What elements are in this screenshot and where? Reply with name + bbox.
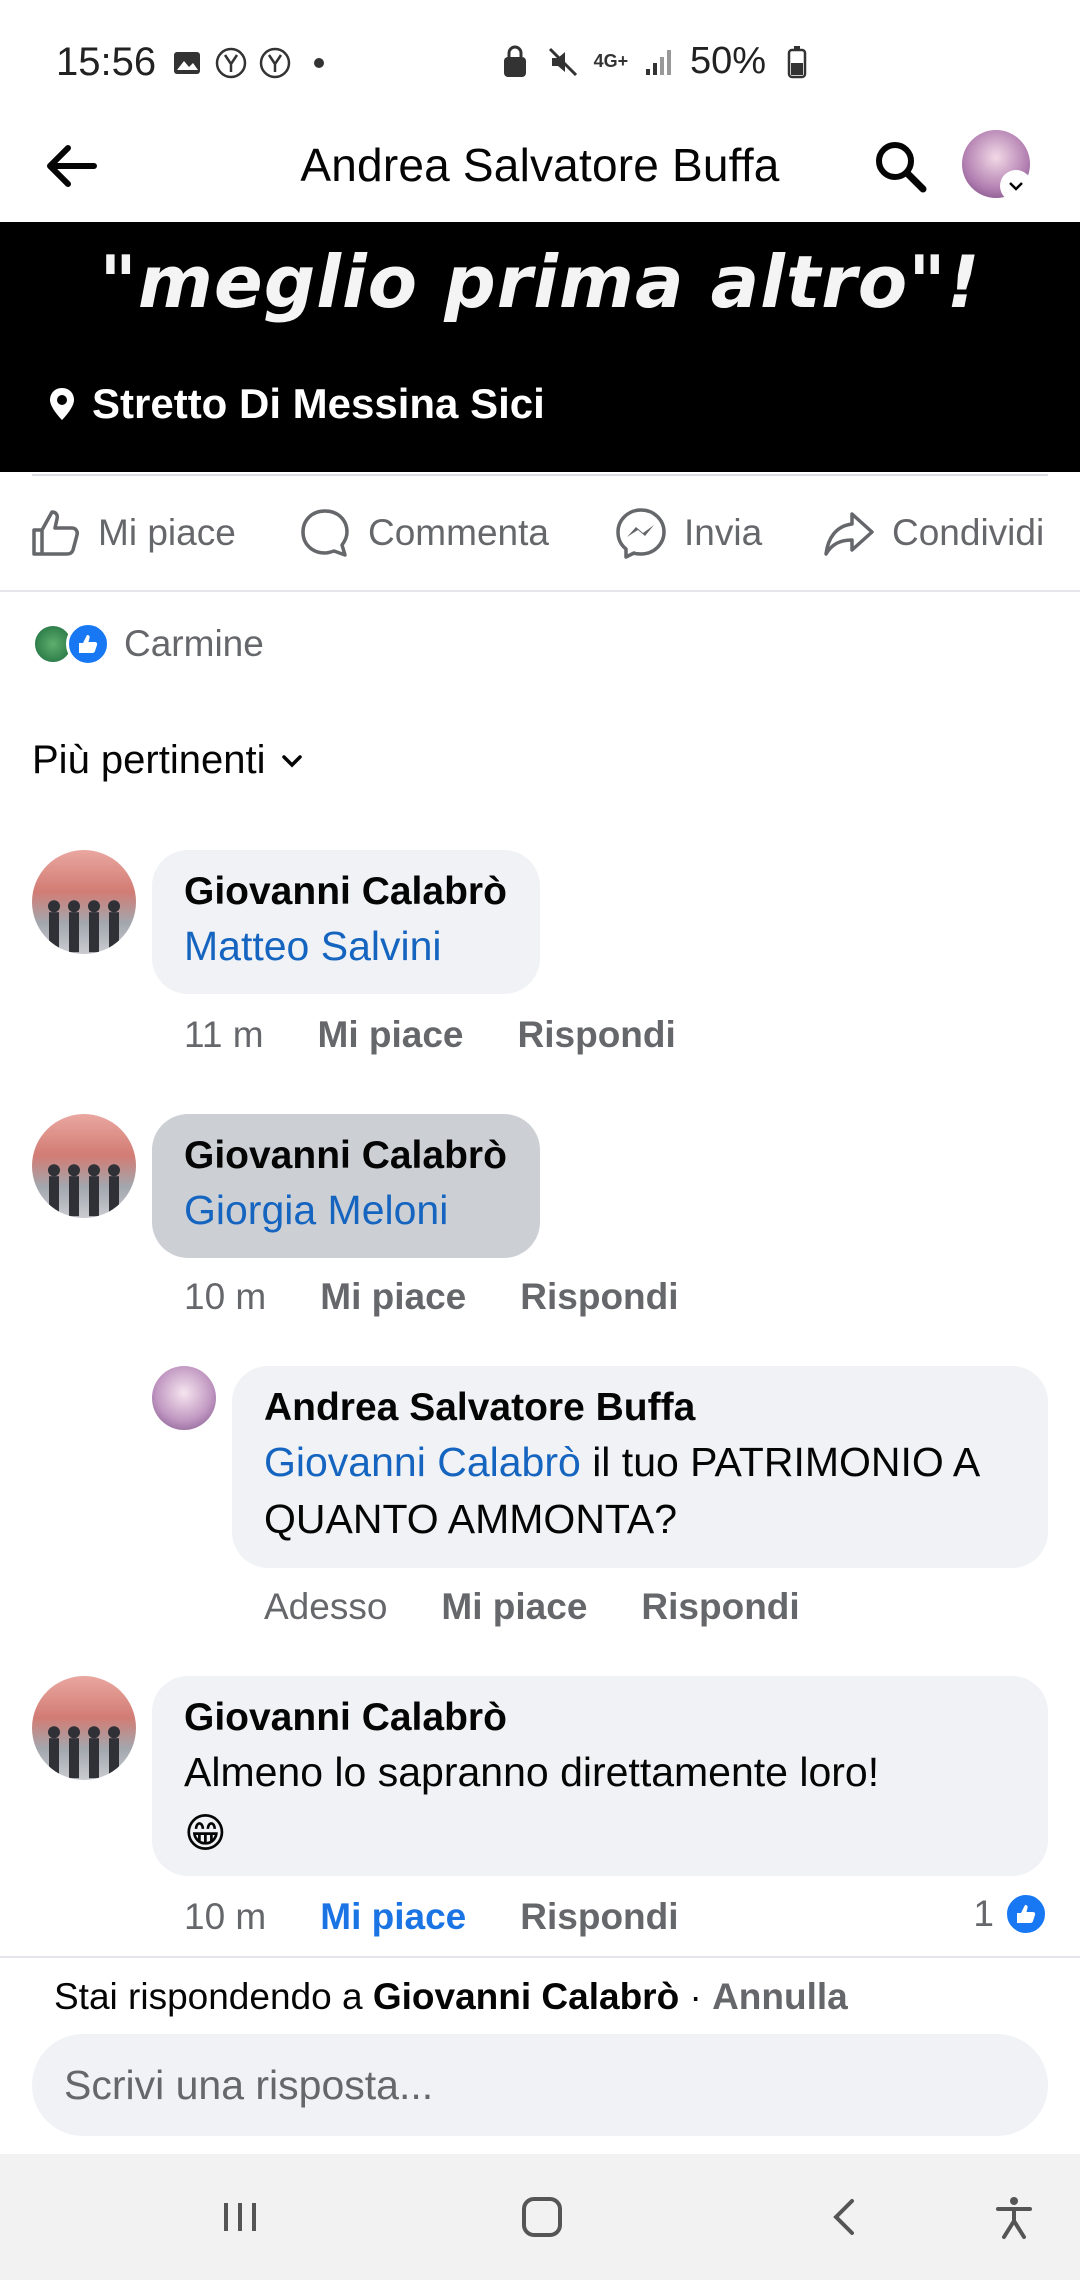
recent-apps-button[interactable] (200, 2184, 280, 2250)
cancel-reply-button[interactable]: Annulla (712, 1976, 848, 2017)
comment-like-button[interactable]: Mi piace (320, 1276, 466, 1318)
system-nav-bar (0, 2154, 1080, 2280)
reply-reply-button[interactable]: Rispondi (641, 1586, 799, 1628)
divider (0, 590, 1080, 592)
dot-icon (302, 46, 336, 80)
reply-time[interactable]: Adesso (264, 1586, 387, 1628)
reply-author[interactable]: Andrea Salvatore Buffa (264, 1386, 1016, 1430)
post-banner-image[interactable]: "meglio prima altro"! Stretto Di Messina… (0, 222, 1080, 472)
commenter-avatar[interactable] (32, 850, 136, 954)
reply-context-target: Giovanni Calabrò (372, 1976, 680, 2017)
comment-meta: 11 m Mi piace Rispondi (184, 1014, 730, 1056)
yandex-icon (214, 46, 248, 80)
network-4g-icon: 4G+ (593, 51, 629, 71)
signal-icon (642, 45, 676, 79)
battery-icon (780, 45, 814, 79)
reply-mention[interactable]: Giovanni Calabrò (264, 1439, 581, 1485)
divider (0, 1956, 1080, 1958)
comment-like-button[interactable]: Mi piace (318, 1014, 464, 1056)
status-system-icons: 4G+ 50% (498, 40, 814, 83)
back-button[interactable] (36, 130, 108, 202)
location-pin-icon (50, 388, 74, 420)
recent-apps-icon (224, 2203, 256, 2231)
reply-input[interactable] (32, 2034, 1048, 2136)
search-button[interactable] (864, 130, 936, 202)
commenter-avatar[interactable] (32, 1676, 136, 1780)
reply-context: Stai rispondendo a Giovanni Calabrò · An… (54, 1976, 848, 2018)
reply-author-avatar[interactable] (152, 1366, 216, 1430)
thumbs-up-icon (32, 510, 79, 556)
accessibility-button[interactable] (974, 2184, 1054, 2250)
status-notification-icons (170, 46, 336, 80)
nav-back-button[interactable] (804, 2184, 884, 2250)
comment-time[interactable]: 10 m (184, 1896, 266, 1938)
comment-author[interactable]: Giovanni Calabrò (184, 1134, 508, 1178)
comment-author[interactable]: Giovanni Calabrò (184, 1696, 1016, 1740)
comment-bubble[interactable]: Giovanni Calabrò Giorgia Meloni (152, 1114, 540, 1258)
reactor-name: Carmine (124, 623, 264, 664)
comment-meta: 10 m Mi piace Rispondi (184, 1276, 733, 1318)
comment-bubble[interactable]: Giovanni Calabrò Matteo Salvini (152, 850, 540, 994)
like-reaction-icon (66, 622, 110, 666)
gallery-icon (170, 46, 204, 80)
arrow-left-icon (47, 145, 97, 187)
reactions-summary[interactable]: Carmine (32, 622, 264, 666)
reply-meta: Adesso Mi piace Rispondi (264, 1586, 854, 1628)
comment-time[interactable]: 10 m (184, 1276, 266, 1318)
comment-author[interactable]: Giovanni Calabrò (184, 870, 508, 914)
yandex-icon (258, 46, 292, 80)
share-arrow-icon (824, 512, 874, 556)
chevron-left-icon (833, 2199, 854, 2235)
comment-reply-button[interactable]: Rispondi (520, 1896, 678, 1938)
comment-button[interactable]: Commenta (298, 506, 549, 560)
send-button[interactable]: Invia (614, 506, 762, 560)
sort-label: Più pertinenti (32, 738, 266, 782)
share-button[interactable]: Condividi (822, 506, 1044, 560)
comment-icon (301, 509, 349, 557)
comment-text: Almeno lo sapranno direttamente loro! (184, 1749, 880, 1795)
grin-emoji-icon: 😁 (184, 1810, 227, 1856)
post-action-bar: Mi piace Commenta Invia Condividi (0, 476, 1080, 592)
home-button[interactable] (502, 2184, 582, 2250)
comment-like-button-active[interactable]: Mi piace (320, 1896, 466, 1938)
chevron-down-icon (282, 754, 303, 767)
status-time: 15:56 (56, 40, 157, 84)
reply-bubble[interactable]: Andrea Salvatore Buffa Giovanni Calabrò … (232, 1366, 1048, 1568)
search-icon (876, 142, 927, 193)
app-header: Andrea Salvatore Buffa (0, 110, 1080, 222)
mute-icon (546, 45, 580, 79)
send-label: Invia (684, 512, 763, 553)
comment-reply-button[interactable]: Rispondi (520, 1276, 678, 1318)
comment-mention[interactable]: Matteo Salvini (184, 918, 508, 975)
comment-like-count[interactable]: 1 (973, 1892, 1048, 1936)
chevron-down-icon[interactable] (1000, 170, 1032, 202)
recycle-lock-icon (498, 45, 532, 79)
banner-quote: "meglio prima altro"! (99, 240, 981, 324)
share-label: Condividi (892, 512, 1045, 553)
like-count-value: 1 (973, 1893, 994, 1934)
like-label: Mi piace (98, 512, 236, 553)
comment-bubble[interactable]: Giovanni Calabrò Almeno lo sapranno dire… (152, 1676, 1048, 1876)
reply-like-button[interactable]: Mi piace (441, 1586, 587, 1628)
battery-percent: 50% (689, 40, 766, 82)
reply-text: Giovanni Calabrò il tuo PATRIMONIO A QUA… (264, 1434, 1016, 1548)
home-icon (522, 2197, 562, 2237)
reply-context-separator: · (679, 1976, 713, 2017)
comment-time[interactable]: 11 m (184, 1014, 264, 1056)
banner-location: Stretto Di Messina Sici (48, 380, 545, 428)
location-label: Stretto Di Messina Sici (92, 380, 545, 427)
commenter-avatar[interactable] (32, 1114, 136, 1218)
messenger-icon (616, 508, 666, 559)
page-title: Andrea Salvatore Buffa (300, 139, 780, 191)
comment-sort-dropdown[interactable]: Più pertinenti (32, 738, 307, 783)
reply-context-prefix: Stai rispondendo a (54, 1976, 373, 2017)
like-button[interactable]: Mi piace (28, 506, 236, 560)
comment-label: Commenta (368, 512, 549, 553)
comment-mention[interactable]: Giorgia Meloni (184, 1182, 508, 1239)
comment-reply-button[interactable]: Rispondi (518, 1014, 676, 1056)
comment-meta: 10 m Mi piace Rispondi (184, 1896, 733, 1938)
accessibility-icon (996, 2197, 1032, 2239)
like-reaction-icon (1004, 1892, 1048, 1936)
